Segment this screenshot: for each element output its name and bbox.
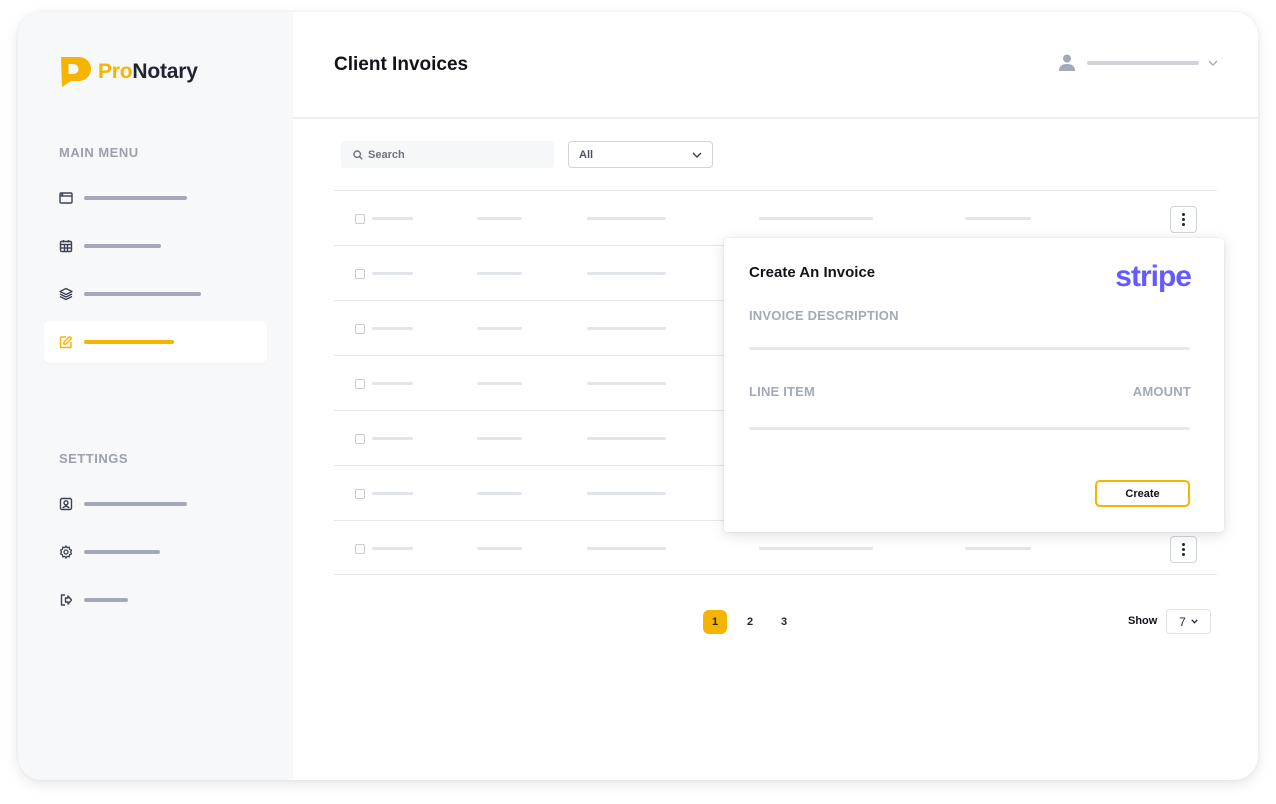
sidebar-item-label-placeholder (84, 244, 161, 248)
row-checkbox[interactable] (355, 324, 365, 334)
chevron-down-icon (692, 152, 702, 158)
sidebar-item-label-placeholder (84, 292, 201, 296)
cell-placeholder (477, 437, 522, 440)
search-icon (353, 149, 363, 160)
profile-icon (59, 497, 73, 511)
cell-placeholder (477, 547, 522, 550)
brand-name-notary: Notary (132, 59, 198, 83)
cell-placeholder (587, 327, 666, 330)
cell-placeholder (477, 272, 522, 275)
logo-mark-icon (61, 57, 91, 87)
search-input[interactable] (368, 148, 538, 161)
row-checkbox[interactable] (355, 269, 365, 279)
row-checkbox[interactable] (355, 544, 365, 554)
cell-placeholder (477, 382, 522, 385)
app-window: ProNotary MAIN MENU SETTINGS Client Invo… (18, 12, 1258, 780)
logout-icon (60, 594, 73, 606)
create-invoice-popup: Create An Invoice stripe INVOICE DESCRIP… (724, 238, 1224, 532)
header: Client Invoices (293, 12, 1258, 119)
settings-label: SETTINGS (59, 451, 129, 466)
sidebar-settings-item-2[interactable] (44, 531, 267, 573)
row-menu-button[interactable] (1170, 206, 1197, 233)
user-menu[interactable] (1059, 54, 1218, 71)
search-box[interactable] (341, 141, 554, 168)
cell-placeholder (477, 217, 522, 220)
sidebar-item-3[interactable] (44, 273, 267, 315)
page-button-1[interactable]: 1 (703, 610, 727, 634)
sidebar-settings-item-1[interactable] (44, 483, 267, 525)
cell-placeholder (372, 492, 413, 495)
cell-placeholder (372, 382, 413, 385)
cell-placeholder (477, 492, 522, 495)
cell-placeholder (372, 217, 413, 220)
calendar-icon (59, 240, 73, 253)
create-button[interactable]: Create (1095, 480, 1190, 507)
popup-title: Create An Invoice (749, 264, 876, 281)
stripe-logo: stripe (1115, 260, 1192, 293)
cell-placeholder (759, 547, 873, 550)
sidebar-item-label-placeholder (84, 340, 174, 344)
line-item-label: LINE ITEM (749, 384, 816, 399)
cell-placeholder (372, 272, 413, 275)
brand-name: ProNotary (98, 60, 198, 84)
row-checkbox[interactable] (355, 434, 365, 444)
cell-placeholder (587, 382, 666, 385)
chevron-down-icon (1191, 619, 1198, 624)
line-item-field[interactable] (749, 427, 1190, 430)
logo[interactable]: ProNotary (59, 55, 198, 88)
row-checkbox[interactable] (355, 214, 365, 224)
cell-placeholder (372, 437, 413, 440)
cell-placeholder (372, 547, 413, 550)
filter-select[interactable]: All (568, 141, 713, 168)
brand-name-pro: Pro (98, 59, 133, 83)
sidebar-item-label-placeholder (84, 196, 187, 200)
browser-window-icon (59, 192, 73, 204)
sidebar-item-2[interactable] (44, 225, 267, 267)
invoice-description-field[interactable] (749, 347, 1190, 350)
amount-label: AMOUNT (1132, 384, 1191, 399)
cell-placeholder (587, 547, 666, 550)
gear-icon (59, 545, 73, 559)
cell-placeholder (965, 217, 1031, 220)
cell-placeholder (587, 492, 666, 495)
cell-placeholder (587, 437, 666, 440)
page-button-3[interactable]: 3 (772, 610, 796, 634)
show-label: Show (1128, 615, 1158, 627)
layers-icon (59, 287, 73, 301)
cell-placeholder (965, 547, 1031, 550)
user-name-placeholder (1087, 60, 1199, 65)
sidebar-item-label-placeholder (84, 502, 187, 506)
cell-placeholder (759, 217, 873, 220)
chevron-down-icon (1208, 60, 1218, 66)
row-checkbox[interactable] (355, 489, 365, 499)
page-title: Client Invoices (334, 54, 469, 75)
sidebar-item-label-placeholder (84, 550, 160, 554)
invoice-description-label: INVOICE DESCRIPTION (749, 308, 899, 323)
page-size-select[interactable]: 7 (1166, 609, 1211, 634)
row-menu-button[interactable] (1170, 536, 1197, 563)
sidebar-item-1[interactable] (44, 177, 267, 219)
sidebar-item-4-active[interactable] (44, 321, 267, 363)
table-row[interactable] (334, 190, 1217, 245)
sidebar-settings-item-3[interactable] (44, 579, 267, 621)
row-checkbox[interactable] (355, 379, 365, 389)
cell-placeholder (477, 327, 522, 330)
filter-value: All (579, 148, 594, 161)
cell-placeholder (587, 217, 666, 220)
sidebar-item-label-placeholder (84, 598, 128, 602)
main-menu-label: MAIN MENU (59, 145, 139, 160)
edit-icon (59, 335, 73, 349)
page-size-value: 7 (1179, 614, 1186, 629)
page-button-2[interactable]: 2 (738, 610, 762, 634)
cell-placeholder (587, 272, 666, 275)
sidebar: ProNotary MAIN MENU SETTINGS (18, 12, 293, 780)
user-icon (1059, 54, 1075, 71)
cell-placeholder (372, 327, 413, 330)
